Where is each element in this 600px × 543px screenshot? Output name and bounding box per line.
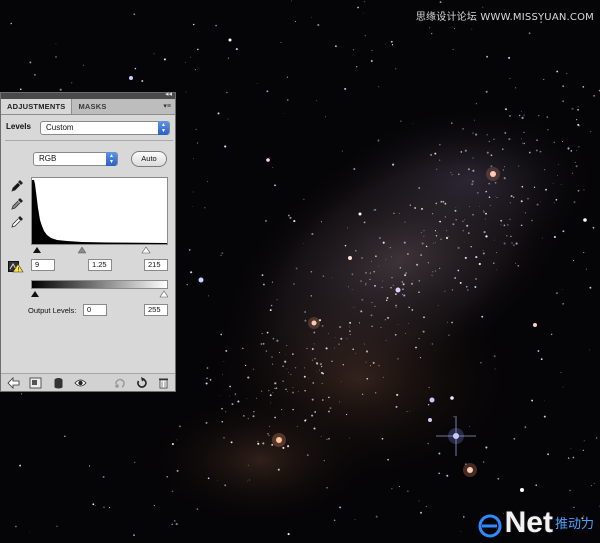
output-levels-label: Output Levels: bbox=[28, 306, 77, 315]
divider bbox=[5, 140, 173, 141]
input-white-field[interactable]: 215 bbox=[144, 259, 168, 271]
channel-select[interactable]: RGB ▲ ▼ bbox=[33, 152, 118, 166]
input-black-field[interactable]: 9 bbox=[31, 259, 55, 271]
clip-to-layer-icon[interactable] bbox=[52, 376, 65, 389]
preset-label: Levels bbox=[6, 122, 31, 131]
output-gradient-bar bbox=[31, 280, 168, 289]
preset-row: Levels Custom ▲ ▼ bbox=[6, 120, 171, 136]
panel-bottom-toolbar bbox=[1, 373, 175, 391]
channel-value: RGB bbox=[39, 154, 57, 163]
watermark-brand: Net bbox=[504, 506, 553, 539]
panel-tabs: ADJUSTMENTS MASKS ▾≡ bbox=[1, 99, 175, 115]
trash-icon[interactable] bbox=[157, 376, 170, 389]
reset-icon[interactable] bbox=[135, 376, 148, 388]
tab-adjustments[interactable]: ADJUSTMENTS bbox=[1, 99, 73, 114]
white-point-eyedropper-icon[interactable] bbox=[10, 215, 24, 229]
brand-logo-icon bbox=[477, 512, 503, 538]
output-levels-slider[interactable] bbox=[31, 290, 168, 298]
output-white-field[interactable]: 255 bbox=[144, 304, 168, 316]
collapse-panel-icon[interactable]: ◂◂ bbox=[165, 91, 172, 99]
input-levels-slider[interactable] bbox=[31, 246, 168, 254]
back-arrow-icon[interactable] bbox=[7, 376, 20, 389]
histogram-graph bbox=[32, 180, 167, 244]
svg-text:!: ! bbox=[17, 267, 19, 274]
watermark-bottom: Net 推动力 bbox=[477, 504, 594, 538]
histogram bbox=[31, 177, 168, 245]
expand-view-icon[interactable] bbox=[29, 376, 42, 389]
auto-button[interactable]: Auto bbox=[131, 151, 167, 167]
watermark-cn: 推动力 bbox=[554, 517, 594, 532]
panel-menu-icon[interactable]: ▾≡ bbox=[163, 102, 171, 110]
clipping-warning-icon[interactable]: ! bbox=[8, 259, 24, 274]
tab-masks[interactable]: MASKS bbox=[72, 99, 112, 114]
gray-point-eyedropper-icon[interactable] bbox=[10, 197, 24, 211]
select-arrows-icon: ▲ ▼ bbox=[106, 152, 117, 166]
watermark-top: 思缘设计论坛 WWW.MISSYUAN.COM bbox=[415, 12, 594, 23]
preset-value: Custom bbox=[46, 123, 74, 132]
visibility-eye-icon[interactable] bbox=[74, 376, 87, 388]
input-gamma-field[interactable]: 1.25 bbox=[88, 259, 112, 271]
adjustments-panel: ◂◂ ADJUSTMENTS MASKS ▾≡ Levels Custom ▲ ▼… bbox=[0, 91, 176, 392]
output-black-field[interactable]: 0 bbox=[83, 304, 107, 316]
select-arrows-icon: ▲ ▼ bbox=[158, 121, 169, 135]
view-previous-icon[interactable] bbox=[113, 376, 126, 388]
black-point-eyedropper-icon[interactable] bbox=[10, 179, 24, 193]
preset-select[interactable]: Custom ▲ ▼ bbox=[40, 121, 170, 135]
